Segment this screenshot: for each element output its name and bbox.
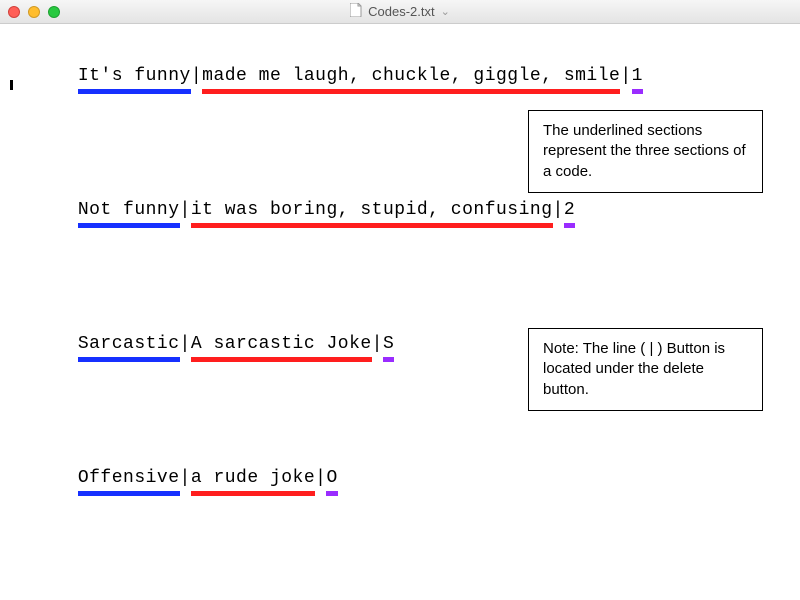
sep: | <box>315 468 326 488</box>
sep: | <box>553 200 564 220</box>
annotation-text: Note: The line ( | ) Button is located u… <box>543 340 725 398</box>
window-titlebar: Codes-2.txt ⌄ <box>0 0 800 24</box>
sep: | <box>180 200 191 220</box>
code-line: Stupid|not funny, not a good joke|J <box>10 582 790 590</box>
close-button[interactable] <box>8 6 20 18</box>
code-part2: made me laugh, chuckle, giggle, smile <box>202 66 620 86</box>
code-part2: it was boring, stupid, confusing <box>191 200 553 220</box>
file-icon <box>350 3 362 20</box>
cursor-mark <box>10 80 13 90</box>
code-part1: Sarcastic <box>78 334 180 354</box>
code-line: Offensive|a rude joke|O <box>10 448 790 508</box>
sep: | <box>180 468 191 488</box>
sep: | <box>180 334 191 354</box>
code-part3: S <box>383 334 394 354</box>
annotation-box: The underlined sections represent the th… <box>528 110 763 193</box>
zoom-button[interactable] <box>48 6 60 18</box>
sep: | <box>191 66 202 86</box>
code-line: It's funny|made me laugh, chuckle, giggl… <box>10 46 790 106</box>
code-part1: Not funny <box>78 200 180 220</box>
code-part1: It's funny <box>78 66 191 86</box>
minimize-button[interactable] <box>28 6 40 18</box>
title-center: Codes-2.txt ⌄ <box>0 3 800 20</box>
code-part2: A sarcastic Joke <box>191 334 372 354</box>
chevron-down-icon: ⌄ <box>441 5 450 18</box>
text-editor[interactable]: It's funny|made me laugh, chuckle, giggl… <box>10 24 790 590</box>
window-controls <box>8 6 60 18</box>
sep: | <box>372 334 383 354</box>
code-part3: 1 <box>632 66 643 86</box>
code-part1: Offensive <box>78 468 180 488</box>
window-title: Codes-2.txt <box>368 4 434 19</box>
code-part3: 2 <box>564 200 575 220</box>
code-part3: O <box>326 468 337 488</box>
sep: | <box>620 66 631 86</box>
code-part2: a rude joke <box>191 468 315 488</box>
annotation-box: Note: The line ( | ) Button is located u… <box>528 328 763 411</box>
annotation-text: The underlined sections represent the th… <box>543 122 746 180</box>
